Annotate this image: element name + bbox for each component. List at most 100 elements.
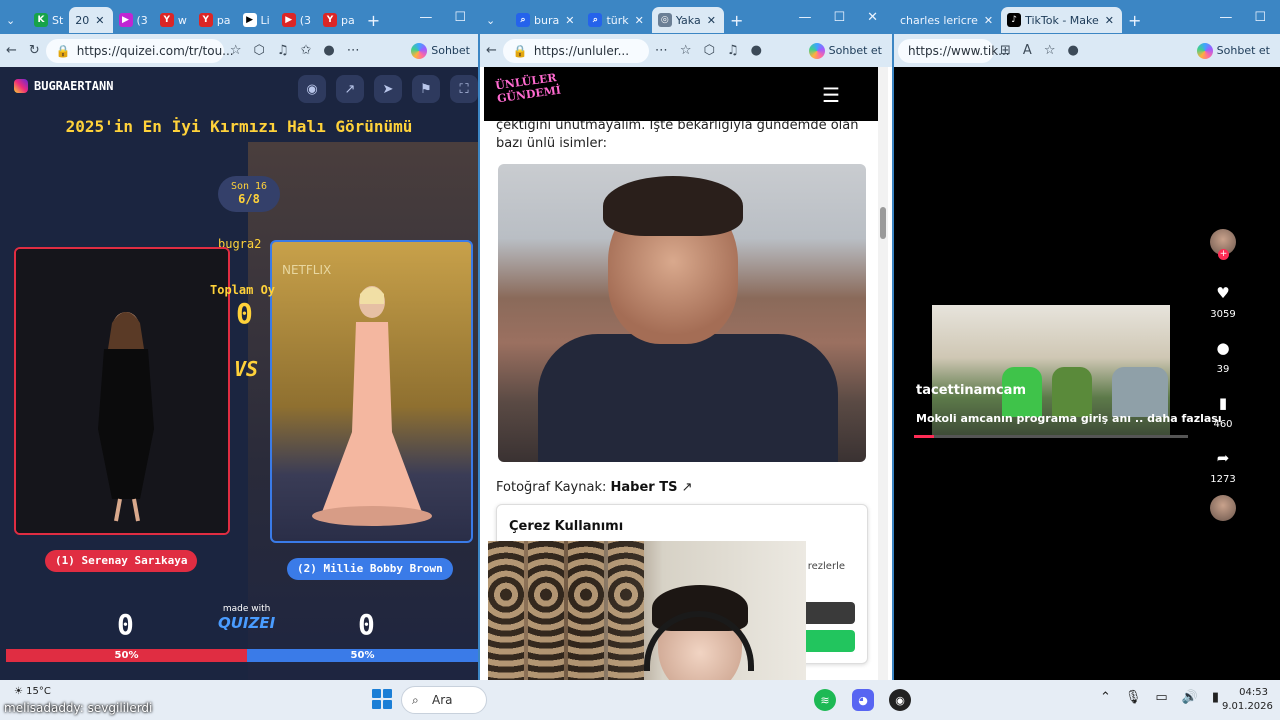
music-icon[interactable]: ♫ — [277, 43, 289, 58]
external-link-icon[interactable]: ↗ — [682, 480, 693, 495]
url-field[interactable]: 🔒 https://quizei.com/tr/tou... — [45, 38, 234, 63]
tab-1[interactable]: ⌕ bura ✕ — [510, 7, 582, 33]
tab-1[interactable]: K St — [28, 7, 69, 33]
maximize-icon[interactable]: ☐ — [454, 10, 466, 25]
photo-source-link[interactable]: Haber TS — [611, 480, 678, 495]
yandex-icon: Y — [198, 13, 213, 27]
minimize-icon[interactable]: — — [419, 10, 432, 25]
weather-widget[interactable]: ☀ 15°C — [14, 686, 51, 697]
share-icon[interactable]: ↗ — [336, 75, 364, 103]
extension-icon[interactable]: ⬡ — [253, 43, 264, 58]
new-tab-button[interactable]: + — [1122, 7, 1147, 33]
profile-icon[interactable]: ● — [1067, 43, 1078, 58]
discord-icon[interactable]: ◕ — [852, 689, 874, 711]
tab-2[interactable]: ♪ TikTok - Make ✕ — [1001, 7, 1122, 33]
new-tab-button[interactable]: + — [361, 7, 386, 33]
tab-actions-chevron[interactable]: ⌄ — [480, 7, 510, 33]
maximize-icon[interactable]: ☐ — [1254, 10, 1266, 25]
profile-icon[interactable]: ● — [323, 43, 334, 58]
option-card-right[interactable]: NETFLIX — [270, 240, 473, 543]
share-count: 1273 — [1210, 474, 1236, 485]
star-icon[interactable]: ☆ — [680, 43, 692, 58]
made-with-badge[interactable]: made with QUIZEI — [218, 604, 275, 632]
vote-split-bar: 50% 50% — [6, 649, 478, 662]
vs-badge: VS — [234, 357, 259, 381]
scrollbar[interactable] — [878, 67, 888, 680]
right-option-name[interactable]: (2) Millie Bobby Brown — [287, 558, 453, 580]
tab-6[interactable]: ▶ Li — [237, 7, 276, 33]
video-author[interactable]: tacettinamcam — [916, 383, 1026, 398]
tab-3[interactable]: ◎ Yaka ✕ — [651, 7, 724, 33]
copilot-chat-button[interactable]: Sohbet et — [1196, 42, 1270, 59]
spotify-icon[interactable]: ≋ — [814, 689, 836, 711]
cookie-title: Çerez Kullanımı — [509, 519, 624, 534]
windows-start-icon[interactable] — [372, 689, 392, 709]
video-progress[interactable] — [914, 435, 1188, 438]
music-icon[interactable]: ♫ — [727, 43, 739, 58]
tab-5[interactable]: Ypa — [193, 7, 237, 33]
tab-1[interactable]: charles lericre ✕ — [894, 7, 1001, 33]
site-logo[interactable]: ÜNLÜLER GÜNDEMİ — [495, 71, 562, 105]
close-icon[interactable]: ✕ — [982, 14, 995, 27]
close-icon[interactable]: ✕ — [633, 14, 646, 27]
battery-icon[interactable]: ▮ — [1212, 690, 1219, 705]
refresh-icon[interactable]: ↻ — [29, 43, 40, 58]
bookmark-icon[interactable]: ▮ — [1211, 391, 1235, 415]
tab-8[interactable]: Ypa — [317, 7, 361, 33]
url-field[interactable]: 🔒 https://unluler... — [502, 38, 649, 63]
microphone-icon[interactable]: 🎙 — [1125, 690, 1142, 705]
tab-3[interactable]: ▶ (3 — [113, 7, 154, 33]
chevron-up-icon[interactable]: ⌃ — [1100, 690, 1111, 705]
fullscreen-icon[interactable]: ⛶ — [450, 75, 478, 103]
close-icon[interactable]: ✕ — [1103, 14, 1116, 27]
copilot-chat-button[interactable]: Sohbet et — [808, 42, 882, 59]
new-tab-button[interactable]: + — [724, 7, 749, 33]
lock-icon: 🔒 — [55, 43, 71, 58]
heart-icon[interactable]: ♥ — [1211, 281, 1235, 305]
more-icon[interactable]: ⋯ — [347, 43, 360, 58]
tab-2[interactable]: ⌕ türk ✕ — [582, 7, 651, 33]
option-card-left[interactable] — [14, 247, 230, 535]
close-icon[interactable]: ✕ — [93, 14, 106, 27]
star-icon[interactable]: ☆ — [230, 43, 242, 58]
back-icon[interactable]: ← — [486, 43, 497, 58]
star-icon[interactable]: ☆ — [1044, 43, 1056, 58]
photo-caption: Fotoğraf Kaynak: Haber TS ↗ — [496, 480, 693, 495]
close-icon[interactable]: ✕ — [705, 14, 718, 27]
volume-icon[interactable]: 🔊 — [1182, 690, 1198, 705]
comment-icon[interactable]: ● — [1211, 336, 1235, 360]
close-icon[interactable]: ✕ — [563, 14, 576, 27]
instagram-handle: BUGRAERTANN — [14, 79, 113, 93]
clock[interactable]: 04:53 9.01.2026 — [1222, 686, 1273, 714]
sound-avatar[interactable] — [1210, 495, 1236, 521]
scrollbar-thumb[interactable] — [880, 207, 886, 239]
back-icon[interactable]: ← — [6, 43, 17, 58]
minimize-icon[interactable]: — — [798, 10, 811, 25]
share-icon[interactable]: ➦ — [1211, 446, 1235, 470]
url-field[interactable]: https://www.tik... — [898, 38, 1010, 63]
eye-icon[interactable]: ◉ — [298, 75, 326, 103]
tab-actions-chevron[interactable]: ⌄ — [0, 7, 28, 33]
tab-4[interactable]: Yw — [154, 7, 193, 33]
tab-7[interactable]: ▶ (3 — [276, 7, 317, 33]
copilot-chat-button[interactable]: Sohbet — [411, 42, 470, 59]
network-icon[interactable]: ▭ — [1155, 690, 1167, 705]
follow-icon[interactable]: + — [1218, 249, 1229, 260]
taskbar-search[interactable]: ⌕ Ara — [401, 686, 487, 714]
extension-icon[interactable]: ⬡ — [704, 43, 715, 58]
obs-icon[interactable]: ◉ — [889, 689, 911, 711]
left-option-name[interactable]: (1) Serenay Sarıkaya — [45, 550, 198, 572]
menu-icon[interactable]: ☰ — [822, 83, 840, 107]
favorites-icon[interactable]: ✩ — [300, 43, 311, 58]
apps-icon[interactable]: ⊞ — [1000, 43, 1011, 58]
maximize-icon[interactable]: ☐ — [833, 10, 845, 25]
flag-icon[interactable]: ⚑ — [412, 75, 440, 103]
creator-avatar[interactable]: + — [1210, 229, 1236, 260]
tab-2[interactable]: 20 ✕ — [69, 7, 113, 33]
minimize-icon[interactable]: — — [1219, 10, 1232, 25]
translate-icon[interactable]: A — [1023, 43, 1032, 58]
profile-icon[interactable]: ● — [751, 43, 762, 58]
reader-icon[interactable]: ⋯ — [655, 43, 668, 58]
close-window-icon[interactable]: ✕ — [867, 10, 878, 25]
send-icon[interactable]: ➤ — [374, 75, 402, 103]
